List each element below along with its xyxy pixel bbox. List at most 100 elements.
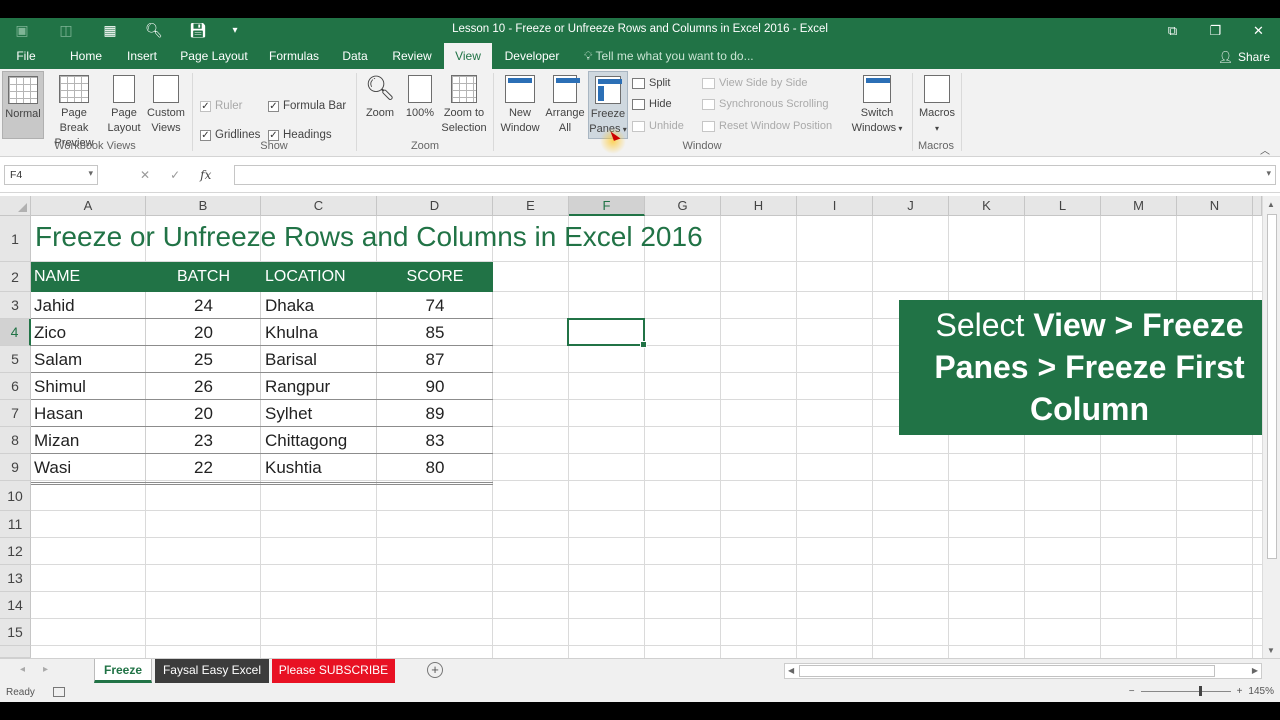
switch-windows-button[interactable]: Switch Windows ▾: [846, 75, 908, 136]
cell-score[interactable]: 85: [377, 319, 493, 346]
row-header-5[interactable]: 5: [0, 346, 31, 373]
arrange-all-button[interactable]: Arrange All: [543, 75, 587, 136]
insert-function-icon[interactable]: fx: [200, 168, 211, 182]
scroll-up-icon[interactable]: ▲: [1267, 200, 1275, 209]
cell-location[interactable]: Dhaka: [265, 292, 314, 319]
cell-name[interactable]: Hasan: [34, 400, 83, 427]
view-side-by-side-button[interactable]: View Side by Side: [702, 77, 807, 89]
column-header-e[interactable]: E: [493, 196, 569, 216]
cell-name[interactable]: Shimul: [34, 373, 86, 400]
tell-me-box[interactable]: 💡︎ Tell me what you want to do...: [584, 43, 754, 69]
expand-formula-bar-icon[interactable]: ▾: [1266, 168, 1271, 179]
tab-page-layout[interactable]: Page Layout: [176, 43, 252, 69]
new-window-button[interactable]: New Window: [498, 75, 542, 136]
synchronous-scrolling-button[interactable]: Synchronous Scrolling: [702, 98, 828, 110]
zoom-level[interactable]: 145%: [1248, 686, 1274, 697]
zoom-in-icon[interactable]: +: [1237, 686, 1243, 697]
row-header-1[interactable]: 1: [0, 216, 31, 262]
row-header-7[interactable]: 7: [0, 400, 31, 427]
column-header-h[interactable]: H: [721, 196, 797, 216]
hide-button[interactable]: Hide: [632, 98, 672, 110]
column-header-l[interactable]: L: [1025, 196, 1101, 216]
select-all-corner[interactable]: [0, 196, 31, 216]
vertical-scrollbar[interactable]: ▲ ▼: [1262, 196, 1280, 676]
cell-name[interactable]: Jahid: [34, 292, 75, 319]
row-header-4[interactable]: 4: [0, 319, 31, 346]
tab-file[interactable]: File: [6, 43, 46, 69]
cell-score[interactable]: 80: [377, 454, 493, 481]
column-header-i[interactable]: I: [797, 196, 873, 216]
cell-location[interactable]: Chittagong: [265, 427, 347, 454]
cell-batch[interactable]: 26: [146, 373, 261, 400]
zoom-slider[interactable]: [1140, 686, 1231, 696]
cell-name[interactable]: Wasi: [34, 454, 71, 481]
header-score[interactable]: SCORE: [377, 262, 493, 292]
scroll-right-icon[interactable]: ▶: [1252, 666, 1258, 675]
cell-location[interactable]: Sylhet: [265, 400, 312, 427]
column-header-g[interactable]: G: [645, 196, 721, 216]
cell-location[interactable]: Kushtia: [265, 454, 322, 481]
tab-view[interactable]: View: [444, 43, 492, 69]
name-box[interactable]: F4 ▾: [4, 165, 98, 185]
scroll-down-icon[interactable]: ▼: [1267, 646, 1275, 655]
unhide-button[interactable]: Unhide: [632, 120, 684, 132]
zoom-to-selection-button[interactable]: Zoom to Selection: [438, 75, 490, 136]
row-header-13[interactable]: 13: [0, 565, 31, 592]
column-header-j[interactable]: J: [873, 196, 949, 216]
cell-name[interactable]: Mizan: [34, 427, 79, 454]
column-header-c[interactable]: C: [261, 196, 377, 216]
row-header-10[interactable]: 10: [0, 481, 31, 511]
tab-home[interactable]: Home: [62, 43, 110, 69]
cell-location[interactable]: Rangpur: [265, 373, 330, 400]
tab-formulas[interactable]: Formulas: [264, 43, 324, 69]
column-header-k[interactable]: K: [949, 196, 1025, 216]
horizontal-scroll-thumb[interactable]: [799, 665, 1215, 677]
chevron-down-icon[interactable]: ▾: [88, 168, 93, 179]
sheet-tab-subscribe[interactable]: Please SUBSCRIBE: [272, 659, 395, 683]
collapse-ribbon-icon[interactable]: ︿: [1260, 142, 1270, 157]
formula-input[interactable]: ▾: [234, 165, 1276, 185]
split-button[interactable]: Split: [632, 77, 670, 89]
sheet-title[interactable]: Freeze or Unfreeze Rows and Columns in E…: [35, 221, 703, 253]
header-name[interactable]: NAME: [34, 262, 80, 292]
cell-batch[interactable]: 25: [146, 346, 261, 373]
column-header-f[interactable]: F: [569, 196, 645, 216]
column-header-a[interactable]: A: [31, 196, 146, 216]
sheet-tab-freeze[interactable]: Freeze: [94, 659, 152, 683]
cell-batch[interactable]: 20: [146, 400, 261, 427]
row-header-9[interactable]: 9: [0, 454, 31, 481]
cell-location[interactable]: Khulna: [265, 319, 318, 346]
tab-review[interactable]: Review: [386, 43, 438, 69]
sheet-tab-faysal[interactable]: Faysal Easy Excel: [155, 659, 269, 683]
cell-location[interactable]: Barisal: [265, 346, 317, 373]
ruler-checkbox[interactable]: ✓ Ruler: [200, 100, 242, 112]
horizontal-scrollbar[interactable]: ◀ ▶: [784, 663, 1262, 679]
page-layout-view-button[interactable]: Page Layout: [104, 75, 144, 136]
ribbon-display-options-icon[interactable]: ⧉: [1151, 18, 1194, 43]
row-header-15[interactable]: 15: [0, 619, 31, 646]
cell-score[interactable]: 83: [377, 427, 493, 454]
tab-data[interactable]: Data: [334, 43, 376, 69]
row-header-3[interactable]: 3: [0, 292, 31, 319]
column-header-d[interactable]: D: [377, 196, 493, 216]
cell-batch[interactable]: 20: [146, 319, 261, 346]
zoom-button[interactable]: 🔍︎ Zoom: [360, 75, 400, 121]
formula-bar-checkbox[interactable]: ✓ Formula Bar: [268, 100, 346, 112]
custom-views-button[interactable]: Custom Views: [144, 75, 188, 136]
cell-name[interactable]: Zico: [34, 319, 66, 346]
sheet-nav-arrows-icon[interactable]: ◂▸: [20, 664, 66, 675]
reset-window-position-button[interactable]: Reset Window Position: [702, 120, 832, 132]
row-header-14[interactable]: 14: [0, 592, 31, 619]
close-icon[interactable]: ✕: [1237, 18, 1280, 43]
header-batch[interactable]: BATCH: [146, 262, 261, 292]
cancel-icon[interactable]: ✕: [140, 168, 150, 182]
row-header-2[interactable]: 2: [0, 262, 31, 292]
macros-button[interactable]: Macros ▾: [916, 75, 958, 136]
column-header-m[interactable]: M: [1101, 196, 1177, 216]
cell-score[interactable]: 87: [377, 346, 493, 373]
column-header-n[interactable]: N: [1177, 196, 1253, 216]
cell-score[interactable]: 89: [377, 400, 493, 427]
cell-score[interactable]: 74: [377, 292, 493, 319]
cell-batch[interactable]: 23: [146, 427, 261, 454]
scroll-thumb[interactable]: [1267, 214, 1277, 559]
